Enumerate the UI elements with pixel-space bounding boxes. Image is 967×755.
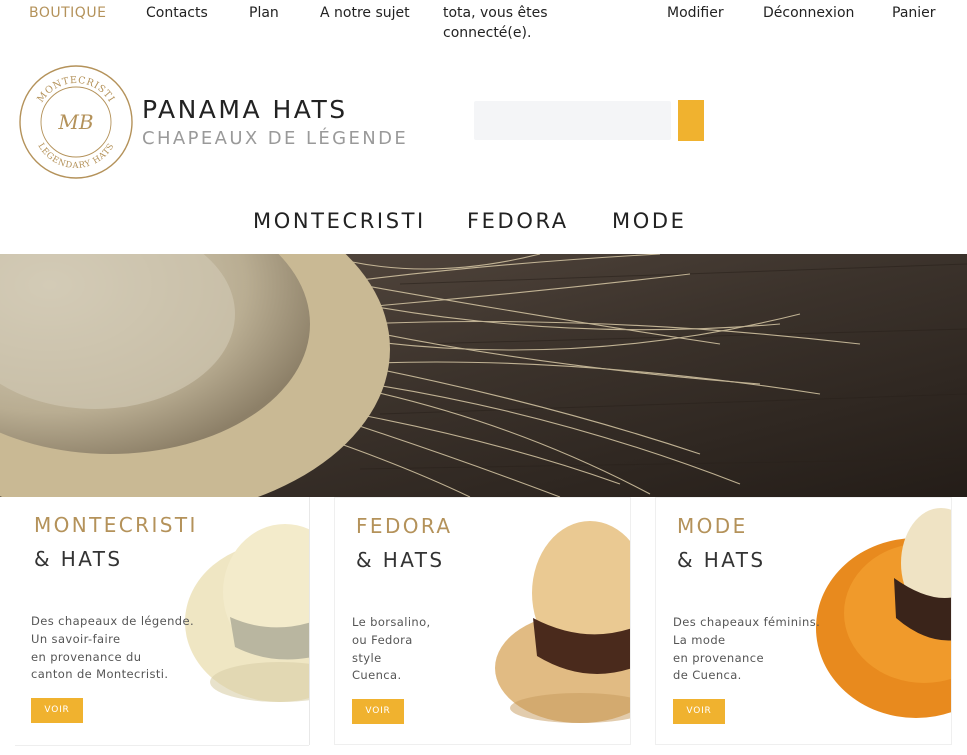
nav-link-contacts[interactable]: Contacts: [146, 3, 208, 23]
main-nav-mode[interactable]: MODE: [612, 209, 687, 233]
main-nav-montecristi[interactable]: MONTECRISTI: [253, 209, 426, 233]
card-desc-line: en provenance du: [31, 649, 142, 664]
voir-button-montecristi[interactable]: VOIR: [31, 698, 83, 723]
voir-button-fedora[interactable]: VOIR: [352, 699, 404, 724]
card-subtitle: & HATS: [356, 548, 445, 572]
logo-monogram: MB: [57, 110, 93, 134]
brand-logo[interactable]: MONTECRISTI LEGENDARY HATS MB: [19, 65, 133, 179]
card-divider: [309, 497, 310, 745]
logged-in-status: tota, vous êtes connecté(e).: [443, 5, 548, 41]
top-navigation: BOUTIQUE Contacts Plan A notre sujet tot…: [0, 0, 967, 50]
category-card-fedora[interactable]: FEDORA & HATS Le borsalino, ou Fedora st…: [334, 497, 631, 745]
card-desc-line: en provenance: [673, 650, 764, 665]
nav-link-modifier[interactable]: Modifier: [667, 3, 724, 23]
card-title: FEDORA: [356, 514, 453, 538]
site-title: PANAMA HATS: [142, 95, 348, 124]
card-title: MODE: [677, 514, 748, 538]
nav-link-cart[interactable]: Panier: [892, 3, 936, 23]
card-desc-line: de Cuenca.: [673, 668, 742, 683]
card-description: Le borsalino, ou Fedora style Cuenca.: [352, 614, 431, 685]
card-desc-line: canton de Montecristi.: [31, 667, 169, 682]
nav-link-plan[interactable]: Plan: [249, 3, 279, 23]
card-subtitle: & HATS: [677, 548, 766, 572]
card-title: MONTECRISTI: [34, 513, 198, 537]
card-desc-line: Cuenca.: [352, 668, 402, 683]
card-desc-line: Des chapeaux féminins.: [673, 615, 821, 629]
card-desc-line: Un savoir-faire: [31, 631, 121, 646]
category-card-montecristi[interactable]: MONTECRISTI & HATS Des chapeaux de légen…: [0, 497, 309, 745]
search-input[interactable]: [474, 101, 671, 140]
mode-hat-image: [816, 508, 951, 718]
card-desc-line: ou Fedora: [352, 632, 413, 647]
category-card-mode[interactable]: MODE & HATS Des chapeaux féminins. La mo…: [655, 497, 952, 745]
card-description: Des chapeaux de légende. Un savoir-faire…: [31, 613, 194, 684]
fedora-hat-image: [495, 521, 630, 723]
search-button[interactable]: [678, 100, 704, 141]
nav-link-boutique[interactable]: BOUTIQUE: [29, 3, 106, 23]
nav-link-logout[interactable]: Déconnexion: [763, 3, 854, 23]
divider: [15, 745, 309, 746]
card-subtitle: & HATS: [34, 547, 123, 571]
card-desc-line: Le borsalino,: [352, 615, 431, 629]
nav-link-about[interactable]: A notre sujet: [320, 3, 410, 23]
hero-image-straw-hat: [0, 254, 967, 497]
hero-banner: [0, 254, 967, 497]
main-nav-fedora[interactable]: FEDORA: [467, 209, 569, 233]
card-desc-line: Des chapeaux de légende.: [31, 614, 195, 628]
voir-button-mode[interactable]: VOIR: [673, 699, 725, 724]
card-desc-line: style: [352, 650, 382, 665]
site-tagline: CHAPEAUX DE LÉGENDE: [142, 128, 409, 149]
card-description: Des chapeaux féminins. La mode en proven…: [673, 614, 820, 685]
card-desc-line: La mode: [673, 632, 726, 647]
